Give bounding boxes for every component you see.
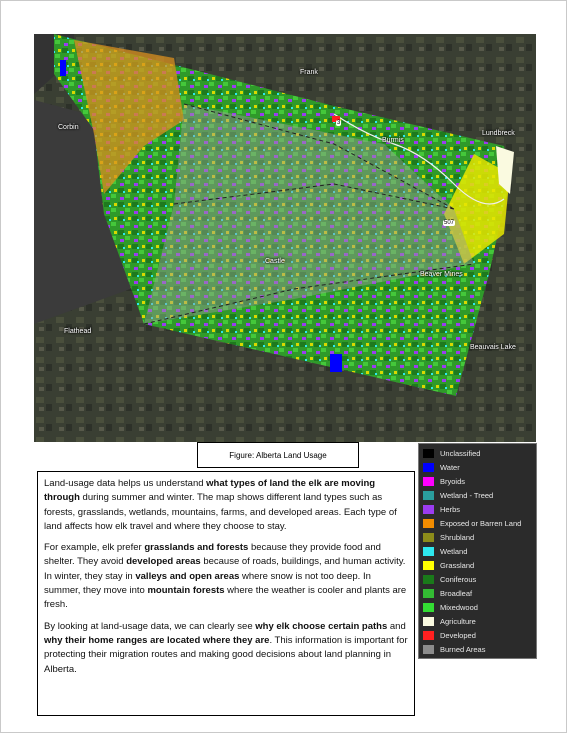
legend-item: Exposed or Barren Land — [423, 516, 521, 530]
legend-swatch — [423, 616, 434, 626]
place-label-flathead: Flathead — [64, 328, 92, 335]
legend-label: Burned Areas — [440, 644, 486, 654]
place-label-corbin: Corbin — [58, 124, 79, 131]
text-span: By looking at land-usage data, we can cl… — [44, 620, 256, 632]
legend-label: Exposed or Barren Land — [440, 518, 522, 528]
legend-swatch — [423, 574, 434, 584]
water-body — [330, 354, 342, 372]
text-span: during summer and winter. The map shows … — [44, 492, 397, 532]
description-text-box: Land-usage data helps us understand what… — [37, 471, 415, 716]
legend-item: Unclassified — [423, 446, 480, 460]
legend-label: Wetland — [440, 546, 468, 556]
legend-swatch — [423, 448, 434, 458]
legend-swatch — [423, 644, 434, 654]
legend-item: Water — [423, 460, 460, 474]
figure-caption: Figure: Alberta Land Usage — [197, 442, 359, 468]
highway-shield-507: 507 — [443, 220, 456, 226]
paragraph-1: Land-usage data helps us understand what… — [44, 477, 408, 534]
map-graphic — [34, 34, 536, 442]
bold-text: mountain forests — [147, 585, 225, 597]
legend-label: Water — [440, 462, 460, 472]
bold-text: why their home ranges are located where … — [44, 634, 270, 646]
water-body-north — [60, 60, 66, 76]
legend-swatch — [423, 588, 434, 598]
paragraph-2: For example, elk prefer grasslands and f… — [44, 541, 408, 612]
place-label-castle: Castle — [265, 258, 285, 265]
legend-swatch — [423, 462, 434, 472]
legend-item: Mixedwood — [423, 600, 478, 614]
text-span: Land-usage data helps us understand — [44, 478, 207, 489]
map-legend: Unclassified Water Bryoids Wetland - Tre… — [418, 443, 537, 659]
place-label-burmis: Burmis — [382, 137, 404, 144]
legend-label: Developed — [440, 630, 476, 640]
legend-swatch — [423, 476, 434, 486]
bold-text: valleys and open areas — [135, 570, 240, 582]
legend-item: Grassland — [423, 558, 474, 572]
highway-shield-3: 3 — [336, 120, 342, 126]
legend-label: Broadleaf — [440, 588, 473, 598]
legend-swatch — [423, 532, 434, 542]
legend-item: Burned Areas — [423, 642, 485, 656]
legend-swatch — [423, 490, 434, 500]
legend-item: Bryoids — [423, 474, 465, 488]
legend-label: Shrubland — [440, 532, 475, 542]
legend-label: Herbs — [440, 504, 461, 514]
legend-label: Agriculture — [440, 616, 476, 626]
legend-swatch — [423, 602, 434, 612]
land-usage-map: Frank Corbin Burmis Lundbreck Castle Bea… — [34, 34, 536, 442]
legend-item: Coniferous — [423, 572, 476, 586]
legend-item: Wetland - Treed — [423, 488, 493, 502]
place-label-beaver-mines: Beaver Mines — [420, 271, 463, 278]
legend-label: Coniferous — [440, 574, 477, 584]
legend-label: Wetland - Treed — [440, 490, 494, 500]
legend-swatch — [423, 560, 434, 570]
legend-item: Developed — [423, 628, 476, 642]
legend-item: Broadleaf — [423, 586, 472, 600]
legend-item: Wetland — [423, 544, 467, 558]
place-label-frank: Frank — [300, 69, 318, 76]
legend-item: Shrubland — [423, 530, 474, 544]
legend-swatch — [423, 518, 434, 528]
text-span: For example, elk prefer — [44, 542, 145, 554]
legend-swatch — [423, 630, 434, 640]
legend-label: Unclassified — [440, 448, 481, 458]
legend-label: Mixedwood — [440, 602, 478, 612]
legend-item: Agriculture — [423, 614, 476, 628]
legend-label: Grassland — [440, 560, 475, 570]
place-label-beauvais-lake: Beauvais Lake — [470, 344, 516, 351]
bold-text: why elk choose certain paths — [255, 620, 388, 632]
legend-swatch — [423, 546, 434, 556]
paragraph-3: By looking at land-usage data, we can cl… — [44, 620, 408, 677]
text-span: and — [387, 620, 406, 632]
legend-label: Bryoids — [440, 476, 466, 486]
bold-text: grasslands and forests — [144, 542, 249, 554]
bold-text: developed areas — [126, 556, 201, 568]
legend-swatch — [423, 504, 434, 514]
legend-item: Herbs — [423, 502, 460, 516]
place-label-lundbreck: Lundbreck — [482, 130, 515, 137]
